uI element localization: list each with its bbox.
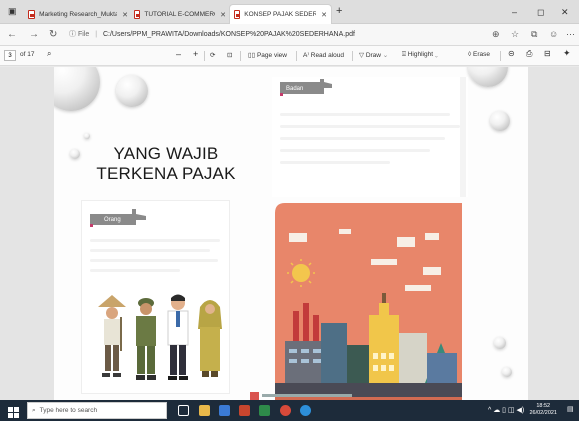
page-view-icon: ▯▯ [248, 52, 256, 59]
pdf-page: YANG WAJIB TERKENA PAJAK Badan Orang [54, 67, 528, 400]
highlight-label: Highlight [407, 51, 434, 58]
bubble-decoration [494, 337, 506, 349]
page-view-button[interactable]: ▯▯ Page view [248, 51, 287, 59]
title-line-2: TERKENA PAJAK [96, 164, 236, 183]
address-bar: ← → ↻ ⓘ File | C:/Users/PPM_PRAWITA/Down… [0, 24, 579, 46]
page-total: of 17 [20, 51, 35, 58]
bubble-decoration [116, 75, 148, 107]
windows-start-icon[interactable] [8, 405, 19, 418]
tab-bar: ▣ Marketing Research_Muktar.pdf ✕ TUTORI… [0, 0, 579, 24]
minimize-button[interactable]: – [512, 7, 517, 17]
read-aloud-icon: A⁾ [303, 52, 309, 59]
bubble-decoration [490, 111, 510, 131]
bubble-decoration [502, 367, 512, 377]
pdf-icon [28, 10, 36, 19]
clock[interactable]: 18:52 26/02/2021 [529, 403, 557, 417]
tab-marketing-research[interactable]: Marketing Research_Muktar.pdf ✕ [24, 6, 132, 23]
read-aloud-label: Read aloud [310, 52, 344, 59]
page-view-label: Page view [256, 52, 287, 59]
back-icon[interactable]: ← [7, 29, 17, 40]
city-illustration [275, 203, 462, 400]
profile-icon[interactable]: ☺ [549, 29, 558, 39]
add-text-icon[interactable]: ⊝ [508, 49, 515, 58]
badan-text-panel: Badan [272, 77, 468, 197]
tab-tutorial-ecommerce[interactable]: TUTORIAL E-COMMERCE DLL.p ✕ [130, 6, 230, 23]
draw-label: Draw [365, 52, 381, 59]
workers-illustration [98, 294, 222, 380]
restore-button[interactable]: ◻ [537, 7, 544, 18]
title-line-1: YANG WAJIB [113, 144, 219, 163]
highlight-button[interactable]: ⍗ Highlight ⌄ [402, 51, 438, 59]
bubble-decoration [468, 67, 508, 87]
zoom-in-button[interactable]: + [193, 49, 198, 59]
search-icon: ⌕ [32, 406, 36, 414]
zoom-out-button[interactable]: – [176, 49, 181, 59]
taskbar-preview-strip [250, 392, 360, 400]
chrome-icon[interactable] [280, 405, 291, 416]
search-placeholder: Type here to search [39, 407, 98, 414]
tab-konsep-pajak[interactable]: KONSEP PAJAK SEDERHANA.pdf ✕ [229, 4, 332, 24]
draw-icon: ▽ [359, 52, 364, 59]
clock-date: 26/02/2021 [529, 410, 557, 416]
erase-label: Erase [473, 51, 491, 58]
bubble-decoration [70, 149, 80, 159]
url-text: C:/Users/PPM_PRAWITA/Downloads/KONSEP%20… [102, 31, 355, 38]
pdf-toolbar: 3 of 17 ⌕ – + ⟳ ⊡ ▯▯ Page view A⁾ Read a… [0, 46, 579, 66]
page-title: YANG WAJIB TERKENA PAJAK [96, 144, 236, 184]
clock-time: 18:52 [536, 403, 551, 409]
taskbar-search-input[interactable]: ⌕ Type here to search [27, 402, 167, 419]
orang-panel: Orang [81, 200, 230, 394]
new-tab-button[interactable]: + [336, 5, 342, 17]
pdf-icon [134, 10, 141, 19]
word-icon[interactable] [219, 405, 230, 416]
close-tab-icon[interactable]: ✕ [122, 11, 128, 19]
bubble-decoration [54, 67, 100, 111]
powerpoint-icon[interactable] [239, 405, 250, 416]
page-number-input[interactable]: 3 [4, 50, 16, 61]
close-tab-icon[interactable]: ✕ [321, 11, 327, 19]
close-window-button[interactable]: ✕ [561, 7, 569, 18]
draw-button[interactable]: ▽ Draw ⌄ [359, 51, 388, 59]
orang-tag-label: Orang [104, 217, 121, 223]
badan-tag: Badan [280, 77, 332, 99]
close-tab-icon[interactable]: ✕ [220, 11, 226, 19]
read-mode-icon[interactable]: ⊕ [492, 29, 500, 40]
task-view-icon[interactable] [178, 405, 189, 416]
excel-icon[interactable] [259, 405, 270, 416]
badan-tag-label: Badan [286, 86, 304, 92]
tab-title: KONSEP PAJAK SEDERHANA.pdf [244, 11, 317, 18]
search-icon[interactable]: ⌕ [47, 49, 51, 59]
erase-button[interactable]: ◊ Erase [468, 51, 490, 58]
info-icon: ⓘ [69, 31, 76, 38]
highlight-icon: ⍗ [402, 51, 406, 58]
pdf-icon [234, 10, 241, 19]
fit-page-icon[interactable]: ⊡ [227, 51, 232, 59]
forward-icon[interactable]: → [29, 29, 39, 40]
url-field[interactable]: ⓘ File | C:/Users/PPM_PRAWITA/Downloads/… [69, 29, 355, 39]
read-aloud-button[interactable]: A⁾ Read aloud [303, 51, 344, 59]
pin-icon[interactable]: ✦ [563, 48, 571, 59]
bubble-decoration [84, 133, 90, 139]
favorite-icon[interactable]: ☆ [511, 29, 519, 40]
file-explorer-icon[interactable] [199, 405, 210, 416]
factory-city-illustration [275, 203, 462, 400]
orang-tag: Orang [90, 207, 146, 229]
print-icon[interactable]: ⎙ [526, 49, 532, 59]
url-scheme-label: File [77, 31, 90, 38]
pdf-viewer[interactable]: YANG WAJIB TERKENA PAJAK Badan Orang [0, 67, 579, 400]
notification-icon[interactable]: ▤ [567, 405, 574, 413]
erase-icon: ◊ [468, 51, 472, 58]
windows-taskbar: ⌕ Type here to search ^ ☁ ▯ ◫ ◀) 18:52 2… [0, 400, 579, 421]
save-icon[interactable]: ⊟ [544, 49, 551, 58]
browser-window: ▣ Marketing Research_Muktar.pdf ✕ TUTORI… [0, 0, 579, 421]
edge-icon[interactable] [300, 405, 311, 416]
rotate-icon[interactable]: ⟳ [210, 51, 215, 59]
tab-title: Marketing Research_Muktar.pdf [39, 11, 118, 18]
system-tray-icons[interactable]: ^ ☁ ▯ ◫ ◀) [488, 406, 524, 414]
tab-title: TUTORIAL E-COMMERCE DLL.p [144, 11, 215, 18]
refresh-icon[interactable]: ↻ [49, 29, 57, 40]
tab-actions-icon[interactable]: ▣ [8, 6, 17, 17]
more-menu-icon[interactable]: ⋯ [566, 29, 575, 40]
collections-icon[interactable]: ⧉ [531, 29, 537, 40]
